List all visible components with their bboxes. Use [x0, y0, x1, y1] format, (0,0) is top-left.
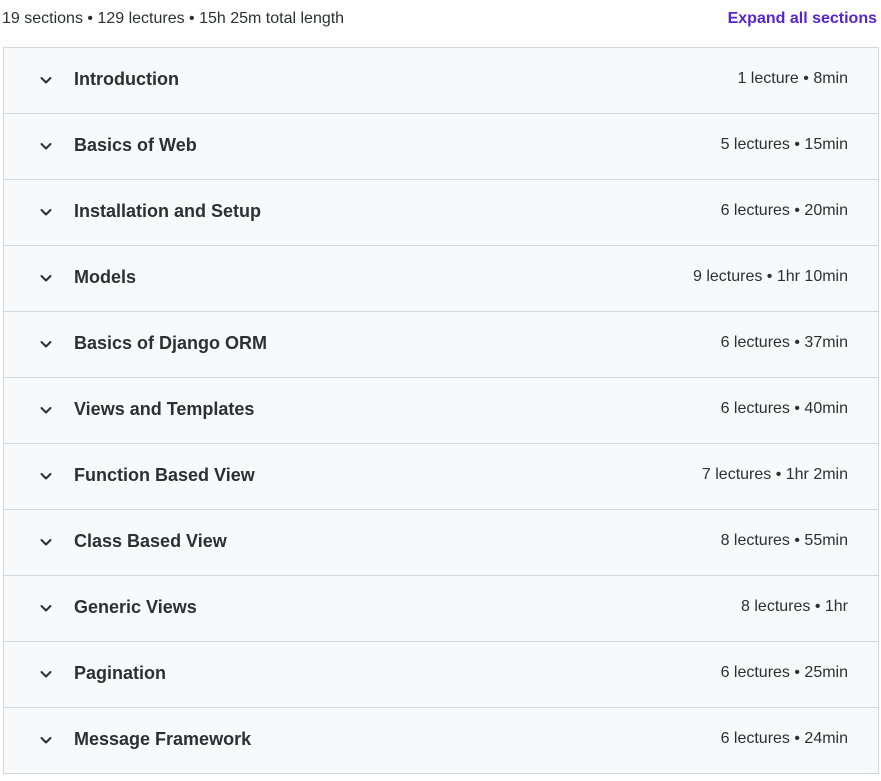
section-meta: 6 lectures • 24min: [720, 730, 848, 747]
section-title: Installation and Setup: [74, 201, 262, 221]
chevron-down-icon: [38, 336, 54, 352]
section-row-basics-of-django-orm[interactable]: Basics of Django ORM 6 lectures • 37min: [4, 312, 878, 378]
section-row-class-based-view[interactable]: Class Based View 8 lectures • 55min: [4, 510, 878, 576]
section-title: Basics of Django ORM: [74, 333, 268, 353]
chevron-down-icon: [38, 732, 54, 748]
section-meta: 6 lectures • 40min: [720, 400, 848, 417]
section-row-pagination[interactable]: Pagination 6 lectures • 25min: [4, 642, 878, 708]
chevron-down-icon: [38, 204, 54, 220]
chevron-down-icon: [38, 72, 54, 88]
section-title: Class Based View: [74, 531, 227, 551]
curriculum-summary-bar: 19 sections • 129 lectures • 15h 25m tot…: [0, 0, 881, 44]
section-meta: 9 lectures • 1hr 10min: [692, 268, 848, 285]
chevron-down-icon: [38, 270, 54, 286]
chevron-down-icon: [38, 666, 54, 682]
section-row-introduction[interactable]: Introduction 1 lecture • 8min: [4, 48, 878, 114]
section-meta: 7 lectures • 1hr 2min: [701, 466, 848, 483]
section-meta: 8 lectures • 1hr: [741, 598, 848, 615]
section-meta: 6 lectures • 20min: [720, 202, 848, 219]
curriculum-summary: 19 sections • 129 lectures • 15h 25m tot…: [2, 10, 345, 27]
chevron-down-icon: [38, 402, 54, 418]
section-title: Pagination: [74, 663, 167, 683]
section-title: Generic Views: [74, 597, 197, 617]
section-row-views-and-templates[interactable]: Views and Templates 6 lectures • 40min: [4, 378, 878, 444]
section-title: Message Framework: [74, 729, 252, 749]
section-title: Function Based View: [74, 465, 255, 485]
section-row-installation-and-setup[interactable]: Installation and Setup 6 lectures • 20mi…: [4, 180, 878, 246]
expand-all-sections-button[interactable]: Expand all sections: [728, 10, 877, 28]
section-row-basics-of-web[interactable]: Basics of Web 5 lectures • 15min: [4, 114, 878, 180]
chevron-down-icon: [38, 534, 54, 550]
section-meta: 8 lectures • 55min: [720, 532, 848, 549]
chevron-down-icon: [38, 600, 54, 616]
section-meta: 1 lecture • 8min: [737, 70, 848, 87]
section-meta: 6 lectures • 37min: [720, 334, 848, 351]
section-row-generic-views[interactable]: Generic Views 8 lectures • 1hr: [4, 576, 878, 642]
section-meta: 6 lectures • 25min: [720, 664, 848, 681]
section-title: Basics of Web: [74, 135, 197, 155]
section-title: Views and Templates: [74, 399, 255, 419]
section-meta: 5 lectures • 15min: [720, 136, 848, 153]
section-title: Models: [74, 267, 137, 287]
section-title: Introduction: [74, 69, 179, 89]
chevron-down-icon: [38, 138, 54, 154]
curriculum-section-list: Introduction 1 lecture • 8min Basics of …: [3, 47, 879, 774]
section-row-models[interactable]: Models 9 lectures • 1hr 10min: [4, 246, 878, 312]
chevron-down-icon: [38, 468, 54, 484]
section-row-function-based-view[interactable]: Function Based View 7 lectures • 1hr 2mi…: [4, 444, 878, 510]
section-row-message-framework[interactable]: Message Framework 6 lectures • 24min: [4, 708, 878, 774]
